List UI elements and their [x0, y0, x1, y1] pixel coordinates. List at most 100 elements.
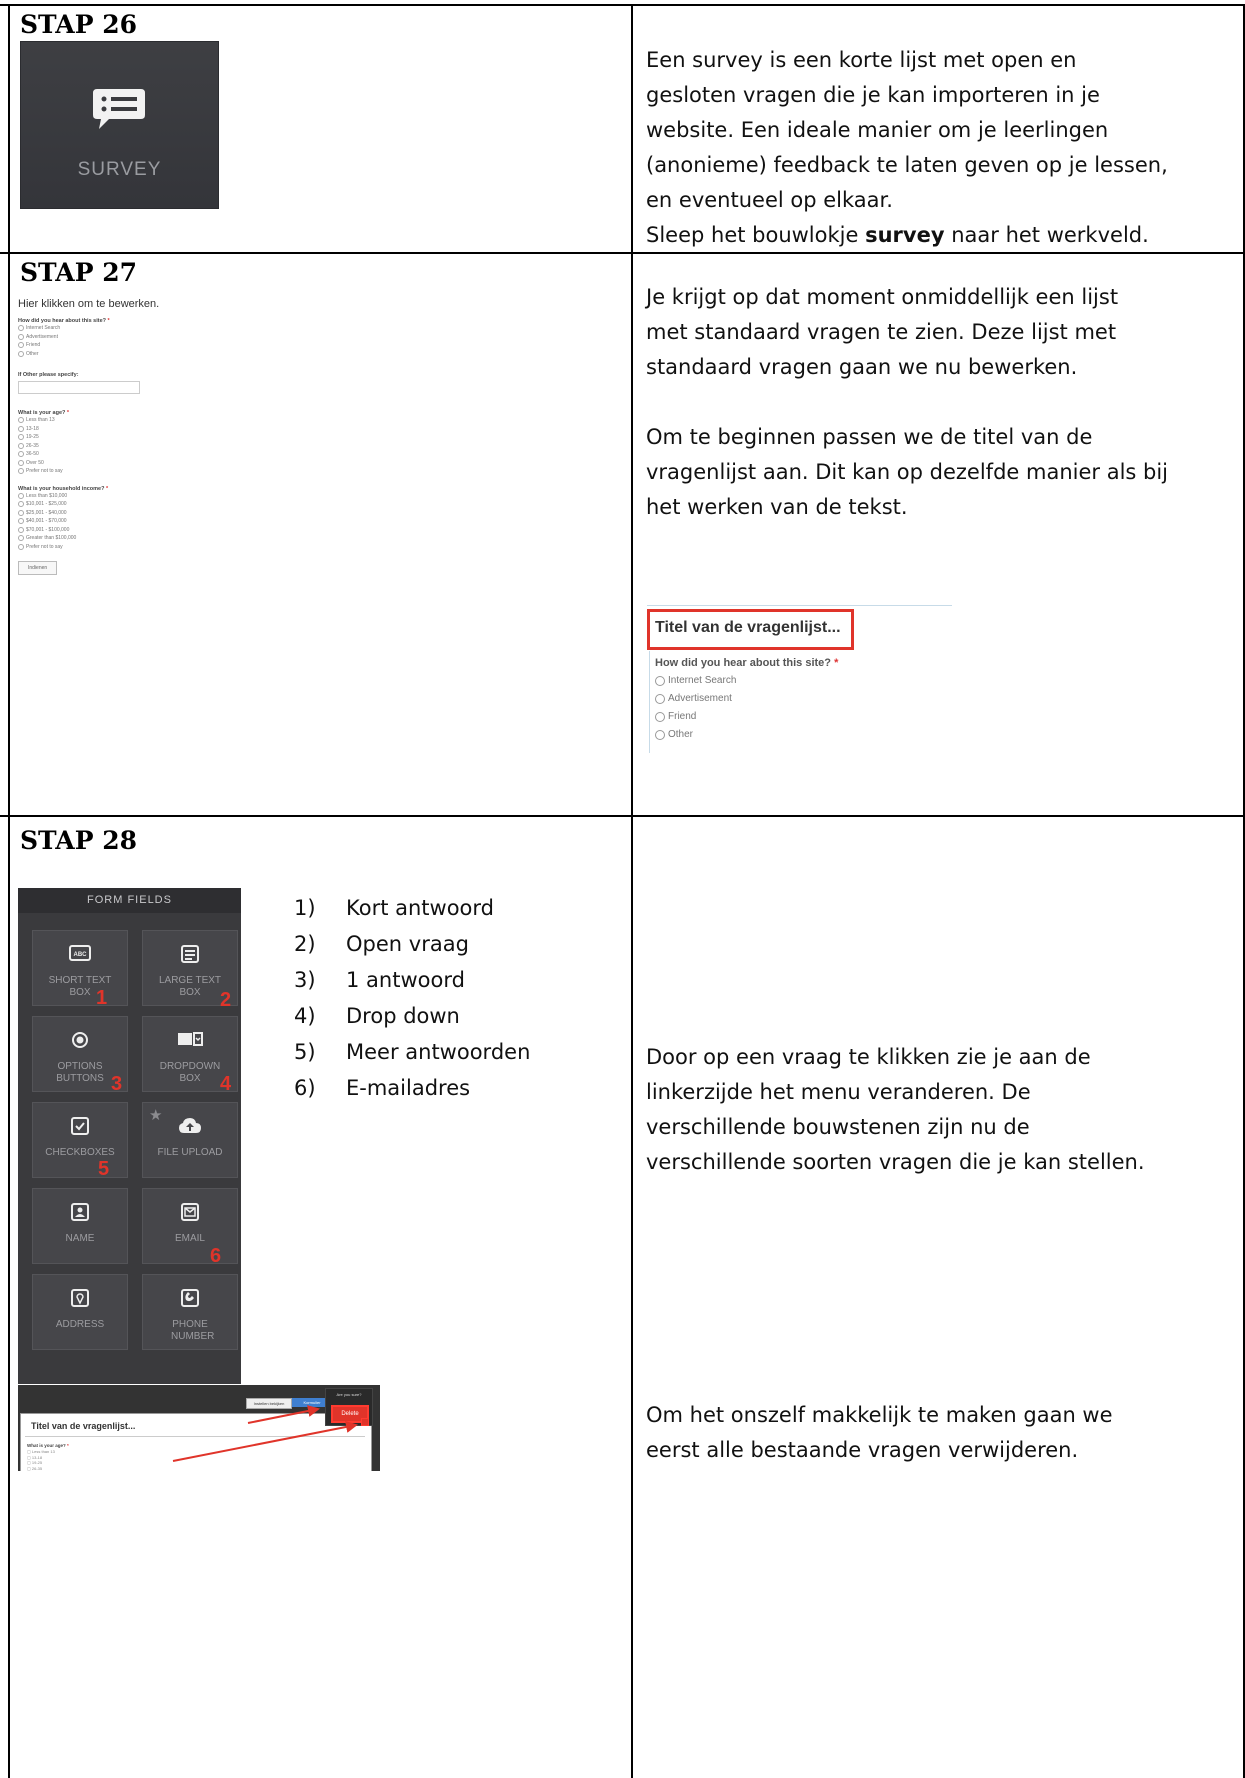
option-label: Other	[26, 350, 39, 357]
list-label: Open vraag	[346, 932, 469, 956]
text-lines-icon	[143, 945, 237, 968]
option-label: Internet Search	[668, 675, 737, 686]
option-label: Internet Search	[26, 325, 61, 331]
arrow-to-delete	[247, 1405, 320, 1424]
option-label: Over 50	[26, 459, 44, 466]
text-line: gesloten vragen die je kan importeren in…	[646, 83, 1100, 107]
drag-instruction: Sleep het bouwlokje survey naar het werk…	[646, 223, 1149, 247]
radio-option: Other	[655, 726, 736, 744]
number-marker-2: 2	[220, 989, 232, 1011]
step-27-description-b: Om te beginnen passen we de titel van de…	[646, 420, 1238, 525]
text-line: Door op een vraag te klikken zie je aan …	[646, 1045, 1091, 1069]
radio-option: 19-25	[18, 433, 168, 442]
tile-label: FILE UPLOAD	[157, 1147, 223, 1158]
radio-circle-icon	[18, 468, 24, 475]
name-tile: NAME	[32, 1188, 128, 1264]
radio-circle-icon	[18, 459, 24, 466]
text-line: (anonieme) feedback te laten geven op je…	[646, 153, 1168, 177]
question-label: If Other please specify:	[18, 372, 79, 378]
radio-option: $10,001 - $25,000	[18, 500, 168, 509]
radio-circle-icon	[18, 543, 24, 550]
step-27-description-a: Je krijgt op dat moment onmiddellijk een…	[646, 280, 1238, 385]
email-tile: EMAIL	[142, 1188, 238, 1264]
radio-option: Less than 13	[18, 416, 168, 425]
step-28-description-b: Om het onszelf makkelijk te maken gaan w…	[646, 1398, 1238, 1468]
radio-option: Less than $10,000	[18, 492, 168, 501]
list-number: 5)	[294, 1040, 316, 1064]
radio-option: $70,001 - $100,000	[18, 526, 168, 535]
list-number: 4)	[294, 1004, 316, 1028]
option-label: 26-35	[26, 442, 39, 449]
text-line: verschillende bouwstenen zijn nu de	[646, 1115, 1030, 1139]
radio-circle-icon	[655, 730, 665, 740]
radio-option: 26-35	[18, 442, 168, 451]
option-label: Prefer not to say	[26, 468, 63, 474]
text-line: standaard vragen gaan we nu bewerken.	[646, 355, 1078, 379]
question-label: How did you hear about this site? *	[655, 657, 839, 669]
radio-option: Advertisement	[18, 333, 168, 342]
step-26-description: Een survey is een korte lijst met open e…	[646, 43, 1238, 253]
phone-icon	[143, 1289, 237, 1312]
option-label: $40,001 - $70,000	[26, 518, 67, 524]
list-label: Kort antwoord	[346, 896, 494, 920]
abc-icon: ABC	[33, 945, 127, 966]
radio-option: Greater than $100,000	[18, 534, 168, 543]
address-tile: ADDRESS	[32, 1274, 128, 1350]
radio-circle-icon	[18, 501, 24, 508]
survey-block-tile: SURVEY	[20, 41, 219, 209]
radio-circle-icon	[18, 333, 24, 340]
radio-circle-icon	[18, 425, 24, 432]
option-label: Advertisement	[668, 693, 732, 704]
text-line: het werken van de tekst.	[646, 495, 908, 519]
radio-circle-icon	[18, 442, 24, 449]
option-label: $70,001 - $100,000	[26, 526, 70, 533]
checkbox-icon	[33, 1117, 127, 1140]
option-label: 19-25	[26, 434, 39, 440]
survey-title-screenshot: Titel van de vragenlijst... How did you …	[647, 605, 952, 755]
radio-option: Internet Search	[18, 324, 168, 333]
tile-label: ADDRESS	[55, 1319, 105, 1330]
radio-circle-icon	[18, 535, 24, 542]
tile-label: NAME	[65, 1233, 95, 1244]
radio-option: Internet Search	[655, 672, 736, 690]
question-types-list: 1) Kort antwoord 2) Open vraag 3) 1 antwoord 4…	[294, 890, 614, 1106]
text-line: eerst alle bestaande vragen verwijderen.	[646, 1438, 1079, 1462]
radio-option: $25,001 - $40,000	[18, 509, 168, 518]
default-survey-form-preview: Hier klikken om te bewerken. How did you…	[18, 298, 168, 575]
radio-circle-icon	[18, 509, 24, 516]
file-upload-tile: ★ FILE UPLOAD	[142, 1102, 238, 1178]
form-fields-header: FORM FIELDS	[18, 888, 241, 913]
list-number: 1)	[294, 896, 316, 920]
radio-icon	[33, 1031, 127, 1054]
table-column-divider	[631, 4, 633, 1778]
list-number: 2)	[294, 932, 316, 956]
survey-chat-icon	[93, 89, 145, 129]
radio-option: 13-18	[18, 425, 168, 434]
table-border-top	[0, 4, 1245, 6]
option-label: $10,001 - $25,000	[26, 501, 67, 507]
form-title: Hier klikken om te bewerken.	[18, 298, 160, 310]
arrows-overlay	[172, 1405, 358, 1462]
list-number: 3)	[294, 968, 316, 992]
map-pin-icon	[33, 1289, 127, 1312]
list-label: Meer antwoorden	[346, 1040, 531, 1064]
option-label: Greater than $100,000	[26, 535, 77, 541]
list-item: 2) Open vraag	[294, 926, 614, 962]
text-line: Om het onszelf makkelijk te maken gaan w…	[646, 1403, 1113, 1427]
text-line: en eventueel op elkaar.	[646, 188, 893, 212]
radio-option: $40,001 - $70,000	[18, 517, 168, 526]
number-marker-4: 4	[220, 1073, 232, 1095]
radio-circle-icon	[18, 342, 24, 349]
option-label: Prefer not to say	[26, 543, 63, 550]
list-item: 6) E-mailadres	[294, 1070, 614, 1106]
text-line: linkerzijde het menu veranderen. De	[646, 1080, 1031, 1104]
tile-label: EMAIL	[174, 1233, 205, 1244]
text-line: website. Een ideale manier om je leerlin…	[646, 118, 1109, 142]
option-label: Friend	[26, 342, 41, 348]
radio-circle-icon	[18, 451, 24, 458]
submit-button: Indienen	[18, 561, 58, 575]
text-line: Je krijgt op dat moment onmiddellijk een…	[646, 285, 1119, 309]
option-label: 13-18	[26, 425, 39, 432]
list-number: 6)	[294, 1076, 316, 1100]
text-line: met standaard vragen te zien. Deze lijst…	[646, 320, 1117, 344]
